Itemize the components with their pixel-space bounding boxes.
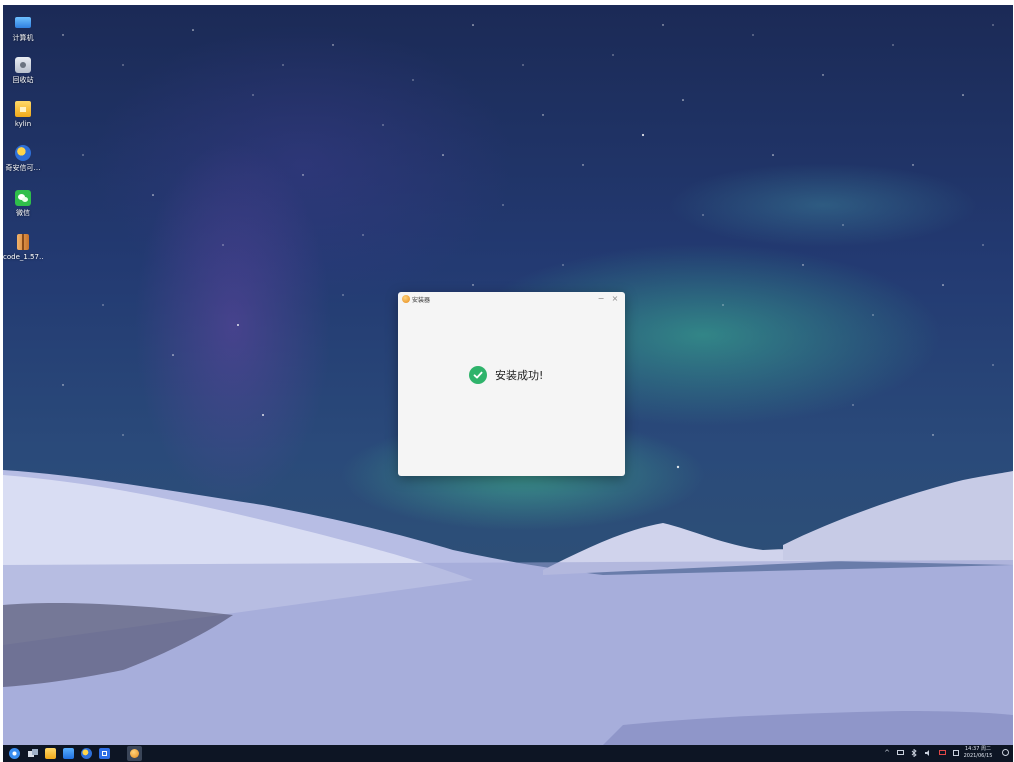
success-text: 安装成功! (495, 369, 544, 382)
wechat-icon (15, 190, 31, 206)
start-menu-icon[interactable] (9, 748, 20, 759)
keyboard-icon[interactable] (896, 749, 904, 757)
tray-expand-icon[interactable]: ^ (883, 749, 891, 757)
clock-date: 2021/06/15 (963, 753, 993, 759)
wps-writer-icon[interactable] (99, 748, 110, 759)
bluetooth-icon[interactable] (910, 748, 918, 758)
desktop-icon-wechat[interactable]: 微信 (3, 190, 43, 218)
success-message: 安装成功! (469, 366, 543, 384)
desktop-icon-label: 回收站 (12, 76, 34, 84)
desktop-icon-trash[interactable]: 回收站 (3, 57, 43, 85)
network-icon[interactable] (938, 749, 946, 757)
close-button[interactable]: × (610, 294, 620, 304)
home-folder-icon (15, 101, 31, 117)
desktop-icon-label: 微信 (16, 209, 30, 217)
computer-icon (15, 17, 31, 28)
installer-icon[interactable] (127, 746, 142, 761)
desktop-icon-label: kylin (14, 120, 32, 128)
installer-app-icon (402, 295, 410, 303)
minimize-button[interactable]: − (596, 294, 606, 304)
multitask-view-icon[interactable] (27, 748, 38, 759)
taskbar-clock[interactable]: 14:37 周二 2021/06/15 (958, 746, 998, 760)
clock-time: 14:37 周二 (965, 746, 991, 752)
dialog-titlebar[interactable]: 安装器 − × (398, 292, 625, 308)
installer-dialog: 安装器 − × 安装成功! (398, 292, 625, 476)
dialog-title: 安装器 (412, 297, 431, 304)
qianxin-browser-icon (15, 145, 31, 161)
taskbar: ^ 14:37 周二 2021/06/15 (3, 745, 1013, 762)
browser-icon[interactable] (81, 748, 92, 759)
desktop-icon-label: 奇安信可… (5, 164, 41, 172)
software-store-icon[interactable] (63, 748, 74, 759)
package-icon (17, 234, 29, 250)
desktop-icon-qianxin-browser[interactable]: 奇安信可… (3, 145, 43, 173)
trash-icon (15, 57, 31, 73)
file-manager-icon[interactable] (45, 748, 56, 759)
desktop-icon-label: 计算机 (12, 34, 34, 42)
success-check-icon (469, 366, 487, 384)
desktop-icon-label: code_1.57… (3, 253, 43, 261)
volume-icon[interactable] (924, 749, 932, 757)
desktop-icon-code-package[interactable]: code_1.57… (3, 234, 43, 262)
desktop-icon-computer[interactable]: 计算机 (3, 15, 43, 43)
desktop-icon-home-folder[interactable]: kylin (3, 101, 43, 129)
notification-center-icon[interactable] (1001, 749, 1009, 757)
